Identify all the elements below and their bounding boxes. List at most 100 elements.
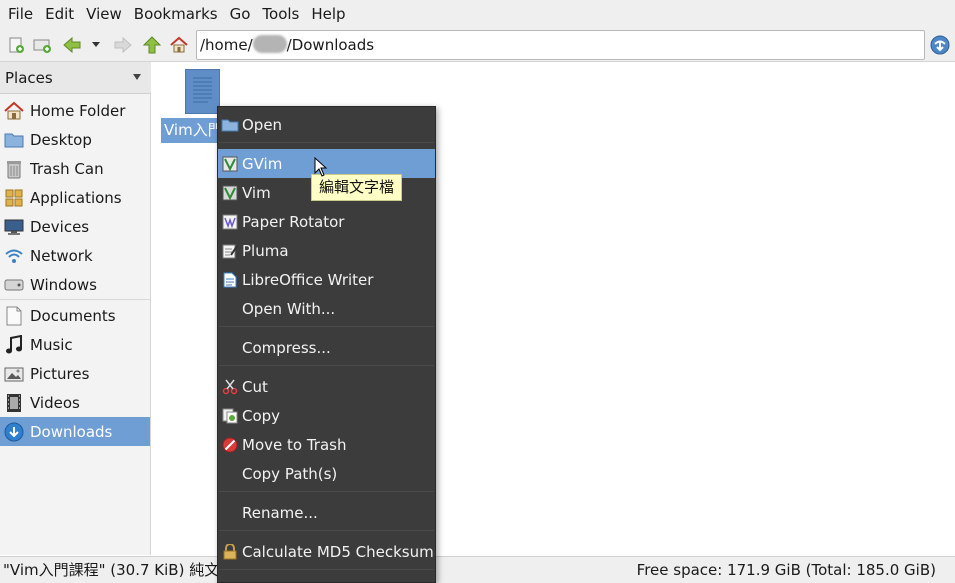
location-bar[interactable]: /home/ /Downloads — [196, 30, 925, 60]
menu-item-open[interactable]: Open — [218, 110, 435, 139]
forward-arrow-icon — [114, 36, 132, 54]
sidebar-item-trash-can[interactable]: Trash Can — [0, 154, 150, 183]
menu-item-rename[interactable]: Rename... — [218, 498, 435, 527]
downloads-icon — [3, 421, 25, 443]
videos-icon — [3, 392, 25, 414]
menu-item-copy-paths[interactable]: Copy Path(s) — [218, 459, 435, 488]
back-button[interactable] — [60, 33, 84, 57]
statusbar: "Vim入門課程" (30.7 KiB) 純文字 Free space: 171… — [0, 556, 955, 583]
menu-item-label: GVim — [242, 154, 283, 173]
applications-icon — [3, 187, 25, 209]
menu-item-label: Calculate MD5 Checksum — [242, 542, 434, 561]
menu-view[interactable]: View — [80, 0, 128, 29]
music-icon — [3, 334, 25, 356]
menu-item-label: Vim — [242, 183, 271, 202]
sidebar-item-documents[interactable]: Documents — [0, 301, 150, 330]
menu-item-label: Compress... — [242, 338, 331, 357]
network-icon — [3, 245, 25, 267]
menu-item-libreoffice-writer[interactable]: LibreOffice Writer — [218, 265, 435, 294]
sidebar-item-label: Pictures — [30, 364, 90, 383]
home-icon — [170, 36, 188, 53]
sidebar-item-desktop[interactable]: Desktop — [0, 125, 150, 154]
menu-item-label: Copy Path(s) — [242, 464, 338, 483]
menu-tools[interactable]: Tools — [256, 0, 305, 29]
chevron-down-icon — [133, 74, 141, 80]
sidebar-item-network[interactable]: Network — [0, 241, 150, 270]
mouse-pointer-icon — [314, 157, 328, 177]
menu-item-open-with[interactable]: Open With... — [218, 294, 435, 323]
text-file-icon[interactable] — [185, 69, 220, 114]
sidebar-item-label: Devices — [30, 217, 90, 236]
sidebar-item-devices[interactable]: Devices — [0, 212, 150, 241]
up-arrow-icon — [143, 36, 161, 54]
menu-item-copy[interactable]: Copy — [218, 401, 435, 430]
places-sidebar: Places Home Folder Desktop Trash Can App… — [0, 62, 151, 555]
location-prefix: /home/ — [200, 36, 253, 54]
sidebar-item-label: Videos — [30, 393, 80, 412]
menu-separator — [219, 530, 434, 531]
menu-separator — [219, 326, 434, 327]
location-suffix: /Downloads — [286, 36, 375, 54]
menu-separator — [219, 491, 434, 492]
sidebar-item-label: Trash Can — [30, 159, 104, 178]
home-button[interactable] — [167, 33, 191, 57]
menu-item-move-to-trash[interactable]: Move to Trash — [218, 430, 435, 459]
sidebar-item-label: Documents — [30, 306, 116, 325]
drive-icon — [3, 274, 25, 296]
new-tab-icon — [9, 37, 24, 53]
devices-icon — [3, 216, 25, 238]
menu-separator — [219, 569, 434, 570]
new-window-icon — [33, 39, 51, 53]
menu-item-label: Open With... — [242, 299, 336, 318]
sidebar-item-videos[interactable]: Videos — [0, 388, 150, 417]
sidebar-item-pictures[interactable]: Pictures — [0, 359, 150, 388]
menu-item-label: Open — [242, 115, 283, 134]
folder-open-icon — [221, 116, 239, 134]
no-entry-icon — [221, 436, 239, 454]
forward-button[interactable] — [111, 33, 135, 57]
vim-icon — [221, 184, 239, 202]
chevron-down-icon — [92, 42, 100, 47]
menu-edit[interactable]: Edit — [39, 0, 80, 29]
sidebar-item-windows[interactable]: Windows — [0, 270, 150, 299]
sidebar-item-music[interactable]: Music — [0, 330, 150, 359]
menu-item-label: Pluma — [242, 241, 289, 260]
new-tab-button[interactable] — [4, 33, 28, 57]
back-history-dropdown[interactable] — [86, 33, 106, 57]
sidebar-item-home-folder[interactable]: Home Folder — [0, 96, 150, 125]
go-icon — [930, 35, 950, 55]
menu-item-compress[interactable]: Compress... — [218, 333, 435, 362]
sidebar-item-label: Music — [30, 335, 73, 354]
go-button[interactable] — [928, 33, 952, 57]
menu-help[interactable]: Help — [305, 0, 351, 29]
menu-item-label: Paper Rotator — [242, 212, 345, 231]
documents-icon — [3, 305, 25, 327]
menu-item-cut[interactable]: Cut — [218, 372, 435, 401]
menu-file[interactable]: File — [2, 0, 39, 29]
sidebar-item-downloads[interactable]: Downloads — [0, 417, 150, 446]
places-header[interactable]: Places — [0, 62, 151, 94]
menu-item-pluma[interactable]: Pluma — [218, 236, 435, 265]
up-button[interactable] — [140, 33, 164, 57]
menu-go[interactable]: Go — [224, 0, 257, 29]
sidebar-item-label: Windows — [30, 275, 97, 294]
scissors-icon — [221, 378, 239, 396]
sidebar-item-applications[interactable]: Applications — [0, 183, 150, 212]
menu-bookmarks[interactable]: Bookmarks — [128, 0, 224, 29]
pictures-icon — [3, 363, 25, 385]
back-arrow-icon — [63, 36, 81, 54]
sidebar-item-label: Network — [30, 246, 93, 265]
sidebar-item-label: Downloads — [30, 422, 113, 441]
sidebar-divider — [0, 299, 150, 300]
desktop-icon — [3, 129, 25, 151]
new-window-button[interactable] — [30, 33, 54, 57]
menu-item-calculate-md5[interactable]: Calculate MD5 Checksum — [218, 537, 435, 566]
sidebar-item-label: Applications — [30, 188, 122, 207]
menu-item-paper-rotator[interactable]: Paper Rotator — [218, 207, 435, 236]
toolbar: /home/ /Downloads — [0, 29, 955, 62]
pluma-icon — [221, 242, 239, 260]
libreoffice-writer-icon — [221, 271, 239, 289]
copy-icon — [221, 407, 239, 425]
trash-icon — [3, 158, 25, 180]
places-header-label: Places — [5, 69, 53, 87]
